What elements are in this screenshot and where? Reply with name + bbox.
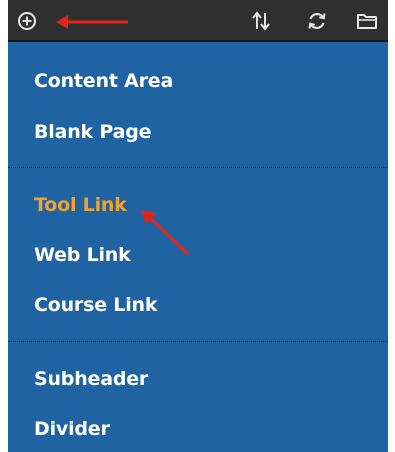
sort-icon[interactable] [248,8,274,34]
refresh-icon[interactable] [304,8,330,34]
menu-item-web-link[interactable]: Web Link [34,244,131,266]
menu-divider [8,167,388,168]
menu-item-subheader[interactable]: Subheader [34,368,148,390]
menu-item-blank-page[interactable]: Blank Page [34,121,152,143]
menu-divider [8,341,388,342]
annotation-arrow-to-tool-link [141,210,190,256]
menu-item-course-link[interactable]: Course Link [34,294,157,316]
folder-icon[interactable] [354,8,380,34]
menu-item-divider[interactable]: Divider [34,418,110,440]
menu-item-tool-link[interactable]: Tool Link [34,194,127,216]
menu-item-content-area[interactable]: Content Area [34,70,173,92]
add-menu-item-dropdown: Content Area Blank Page Tool Link Web Li… [8,42,388,452]
add-circle-icon[interactable] [14,8,40,34]
annotation-arrow-to-add-icon [56,15,128,29]
